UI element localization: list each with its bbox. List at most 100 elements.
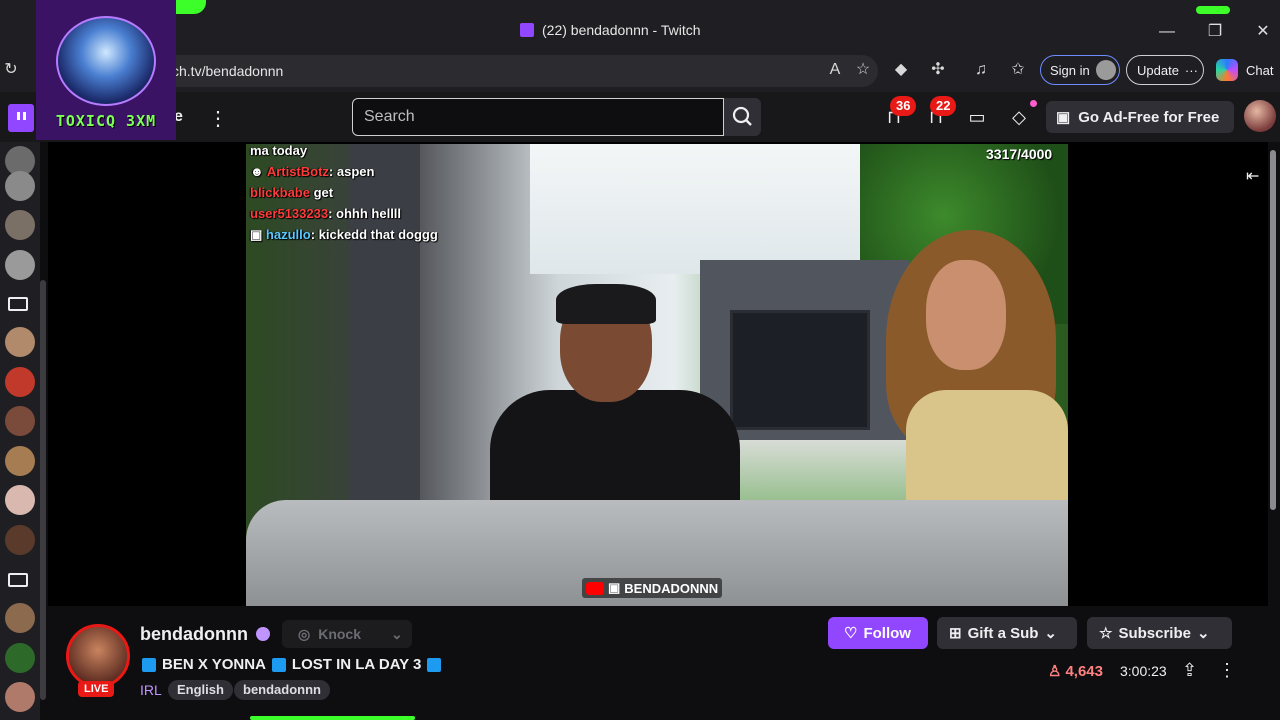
overlay-green-shape (176, 0, 206, 14)
sidebar-channel-avatar[interactable] (5, 603, 35, 633)
ad-free-label: Go Ad-Free for Free (1078, 108, 1220, 126)
page-scrollbar[interactable] (1270, 150, 1276, 510)
knock-button[interactable]: ◎ Knock ⌄ (282, 620, 412, 648)
update-button[interactable]: Update ··· (1126, 55, 1204, 85)
browser-tab[interactable]: (22) bendadonnn - Twitch (520, 22, 701, 38)
channel-watermark: ▣ BENDADONNN (582, 578, 723, 598)
close-icon[interactable]: ✕ (1251, 20, 1275, 44)
chat-overlay-text: get (313, 185, 334, 200)
sidebar-channel-avatar[interactable] (5, 525, 35, 555)
subscribe-label: Subscribe (1118, 624, 1191, 642)
sidebar-channel-avatar[interactable] (5, 327, 35, 357)
minimize-icon[interactable]: — (1155, 20, 1179, 44)
chat-overlay-line: ma today (250, 140, 550, 161)
video-scene-man (480, 284, 740, 520)
video-scene-sky (530, 144, 910, 274)
sidebar-scrollbar[interactable] (40, 280, 46, 700)
copilot-icon (1216, 59, 1238, 81)
favorites-icon[interactable]: ✩ (1007, 59, 1029, 81)
blue-square-icon (427, 657, 442, 672)
viewer-count-text: 4,643 (1065, 662, 1103, 680)
chat-overlay-text: ma today (250, 143, 308, 158)
address-text[interactable]: ch.tv/bendadonnn (172, 63, 283, 79)
sidebar-channel-avatar[interactable] (5, 682, 35, 712)
knock-label: Knock (318, 626, 362, 642)
twitch-small-icon: ▣ (608, 580, 621, 595)
viewer-goal-counter: 3317/4000 (986, 146, 1053, 162)
media-icon[interactable]: ♫ (970, 59, 992, 81)
chat-overlay-user: user5133233 (250, 206, 329, 221)
blue-square-icon (142, 657, 156, 672)
more-options-icon[interactable]: ⋮ (1218, 660, 1236, 681)
sidebar-channel-avatar[interactable] (5, 485, 35, 515)
sidebar-channel-avatar[interactable] (5, 250, 35, 280)
chat-label: Chat (1246, 62, 1274, 78)
search-button[interactable] (724, 98, 761, 136)
notifications-badge: 36 (890, 96, 917, 116)
chat-overlay-line: blickbabe get (250, 182, 550, 203)
gift-label: Gift a Sub (967, 624, 1039, 642)
ad-free-button[interactable]: ▣ Go Ad-Free for Free (1046, 101, 1234, 133)
video-camera-icon (8, 573, 28, 587)
gift-sub-button[interactable]: ⊞ Gift a Sub ⌄ (937, 617, 1077, 649)
copilot-chat-button[interactable]: Chat (1216, 59, 1273, 81)
sidebar-channel-avatar[interactable] (5, 171, 35, 201)
video-camera-icon (8, 297, 28, 311)
extensions-icon[interactable]: ✣ (927, 59, 949, 81)
chevron-down-icon: ⌄ (1196, 625, 1210, 642)
gift-icon: ⊞ (949, 625, 962, 642)
overlay-green-shape (250, 716, 415, 720)
sidebar-channel-avatar[interactable] (5, 446, 35, 476)
twitch-logo-icon[interactable] (8, 104, 34, 132)
knock-icon: ◎ (298, 625, 311, 642)
watermark-text: BENDADONNN (624, 580, 719, 596)
extension-diamond-icon[interactable]: ◆ (890, 59, 912, 81)
stream-uptime: 3:00:23 (1120, 663, 1167, 679)
tag-channel[interactable]: bendadonnn (234, 680, 330, 700)
chat-overlay-text: aspen (336, 164, 375, 179)
user-avatar[interactable] (1244, 100, 1276, 132)
sidebar-channel-avatar[interactable] (5, 367, 35, 397)
person-icon: ♙ (1048, 663, 1062, 680)
overlay-logo-image (56, 16, 156, 106)
verified-badge-icon (256, 627, 270, 641)
expand-chat-icon[interactable]: ⇤ (1246, 166, 1259, 186)
inbox-badge: 22 (930, 96, 957, 116)
chat-overlay-line: ▣ hazullo: kickedd that doggg (250, 227, 438, 242)
share-icon[interactable]: ⇪ (1182, 660, 1197, 681)
stream-chat-overlay: ma today ☻ ArtistBotz: aspen blickbabe g… (250, 140, 550, 245)
refresh-icon[interactable]: ↻ (0, 59, 22, 81)
bits-icon[interactable]: ◇ (1008, 106, 1030, 128)
chat-overlay-text: ohhh hellll (336, 206, 402, 221)
overlay-logo-text: TOXICQ 3XM (55, 112, 157, 130)
sidebar-channel-avatar[interactable] (5, 406, 35, 436)
sign-in-label: Sign in (1050, 62, 1090, 78)
more-vertical-icon[interactable]: ⋮ (208, 106, 228, 131)
tag-english[interactable]: English (168, 680, 233, 700)
chat-overlay-line: ☻ ArtistBotz: aspen (250, 164, 375, 179)
follow-button[interactable]: ♡ Follow (828, 617, 928, 649)
search-icon (732, 106, 752, 126)
profile-avatar-icon (1095, 60, 1116, 80)
overlay-logo: TOXICQ 3XM (36, 0, 176, 140)
chat-overlay-user: hazullo (265, 227, 311, 242)
subscribe-button[interactable]: ☆ Subscribe ⌄ (1087, 617, 1232, 649)
stream-category-link[interactable]: IRL (140, 682, 162, 698)
channel-avatar[interactable] (66, 624, 130, 688)
restore-icon[interactable]: ❐ (1203, 20, 1227, 44)
sidebar-channel-avatar[interactable] (5, 210, 35, 240)
bits-dot-indicator (1030, 100, 1037, 107)
more-dots-icon: ··· (1184, 62, 1198, 78)
overlay-green-shape (1196, 6, 1230, 14)
favorite-star-icon[interactable]: ☆ (852, 59, 874, 81)
sign-in-button[interactable]: Sign in (1040, 55, 1120, 85)
stream-title: BEN X YONNA LOST IN LA DAY 3 (142, 656, 442, 673)
live-badge: LIVE (78, 681, 115, 697)
read-aloud-icon[interactable]: A (824, 59, 846, 81)
whispers-icon[interactable]: ▭ (966, 106, 988, 128)
live-viewer-count: ♙ 4,643 (1048, 662, 1103, 681)
sidebar-channel-avatar[interactable] (5, 643, 35, 673)
channel-name[interactable]: bendadonnn (140, 624, 248, 645)
ad-free-icon: ▣ (1056, 109, 1071, 126)
star-icon: ☆ (1099, 625, 1113, 642)
